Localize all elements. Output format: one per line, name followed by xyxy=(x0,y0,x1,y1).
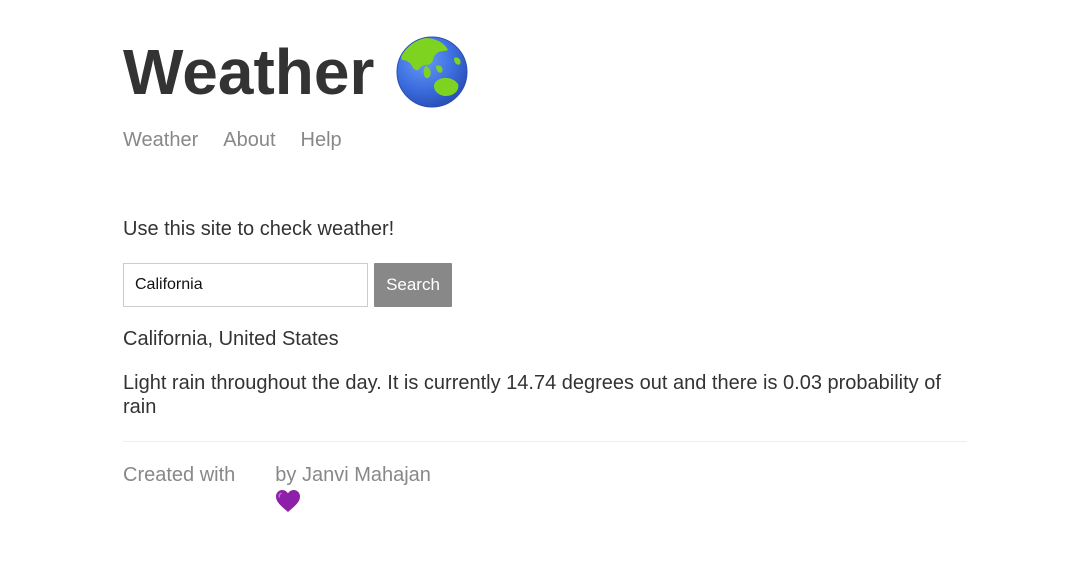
footer: Created with by Janvi Mahajan xyxy=(123,462,431,512)
nav-link-weather[interactable]: Weather xyxy=(123,127,198,153)
location-search-input[interactable] xyxy=(123,263,368,307)
search-form: Search xyxy=(123,263,452,307)
nav-link-help[interactable]: Help xyxy=(301,127,342,153)
header: Weather xyxy=(123,34,468,110)
search-button[interactable]: Search xyxy=(374,263,452,307)
footer-prefix: Created with xyxy=(123,464,236,486)
purple-heart-icon xyxy=(241,463,300,512)
result-location: California, United States xyxy=(123,328,339,350)
globe-icon xyxy=(396,36,468,108)
main-nav: Weather About Help xyxy=(123,127,342,153)
page-title: Weather xyxy=(123,36,375,108)
nav-link-about[interactable]: About xyxy=(223,127,275,153)
divider xyxy=(123,441,967,442)
result-forecast: Light rain throughout the day. It is cur… xyxy=(123,372,941,418)
intro-text: Use this site to check weather! xyxy=(123,218,395,240)
footer-author: by Janvi Mahajan xyxy=(275,464,431,486)
